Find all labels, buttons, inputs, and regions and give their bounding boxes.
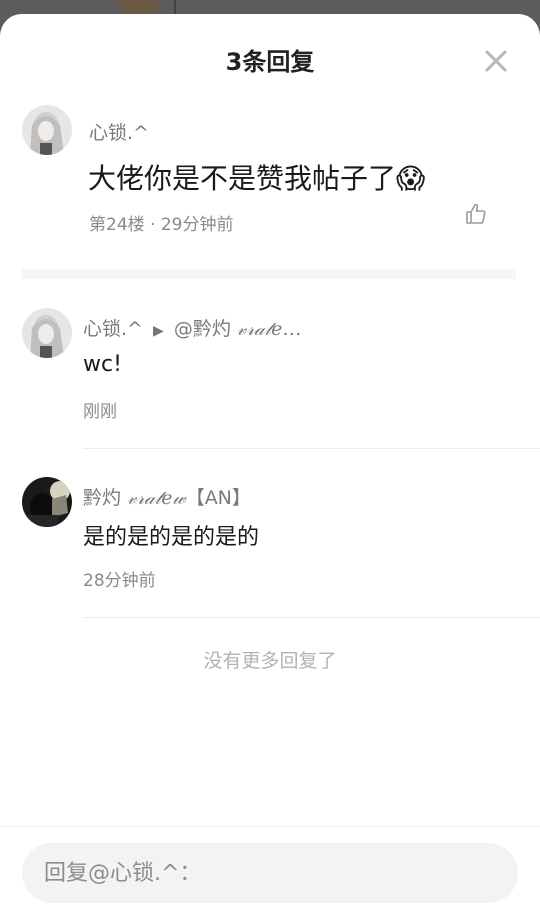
reply-content: wc! [83, 352, 122, 377]
footer-divider [0, 826, 540, 827]
reply-header: 心锁.^ ▶ @黔灼 𝓋𝓇𝒶𝓉𝑒… [83, 314, 301, 341]
reply-time: 刚刚 [83, 402, 117, 422]
reply-separator [83, 448, 540, 449]
thumbs-up-icon[interactable] [464, 202, 488, 226]
close-icon[interactable] [482, 47, 510, 75]
reply-username-suffix: 𝓋𝓇𝒶𝓉𝑒𝓌 [127, 487, 186, 509]
user-badge: 【AN】 [185, 487, 251, 509]
play-arrow-icon: ▶ [153, 323, 164, 339]
background-divider [174, 0, 176, 14]
comment-username[interactable]: 心锁.^ [89, 118, 149, 145]
reply-input[interactable] [22, 843, 518, 903]
reply-to-user-suffix: 𝓋𝓇𝒶𝓉𝑒… [236, 318, 302, 340]
no-more-replies: 没有更多回复了 [203, 650, 337, 672]
reply-to-user[interactable]: @黔灼 [174, 318, 231, 340]
reply-username[interactable]: 心锁.^ [83, 318, 143, 340]
avatar[interactable] [22, 477, 72, 527]
replies-sheet: 3条回复 心锁.^ 大佬你是不是赞我帖子了😱 第24楼 · 29分钟前 心锁.^… [0, 14, 540, 907]
sheet-title: 3条回复 [225, 48, 315, 76]
comment-content: 大佬你是不是赞我帖子了😱 [88, 162, 426, 195]
reply-username[interactable]: 黔灼 [83, 487, 121, 509]
reply-header: 黔灼 𝓋𝓇𝒶𝓉𝑒𝓌【AN】 [83, 483, 251, 510]
reply-content: 是的是的是的是的 [83, 525, 260, 550]
section-divider [22, 269, 516, 279]
reply-separator [83, 617, 540, 618]
avatar[interactable] [22, 308, 72, 358]
comment-meta: 第24楼 · 29分钟前 [89, 215, 234, 235]
reply-time: 28分钟前 [83, 571, 156, 591]
avatar[interactable] [22, 105, 72, 155]
